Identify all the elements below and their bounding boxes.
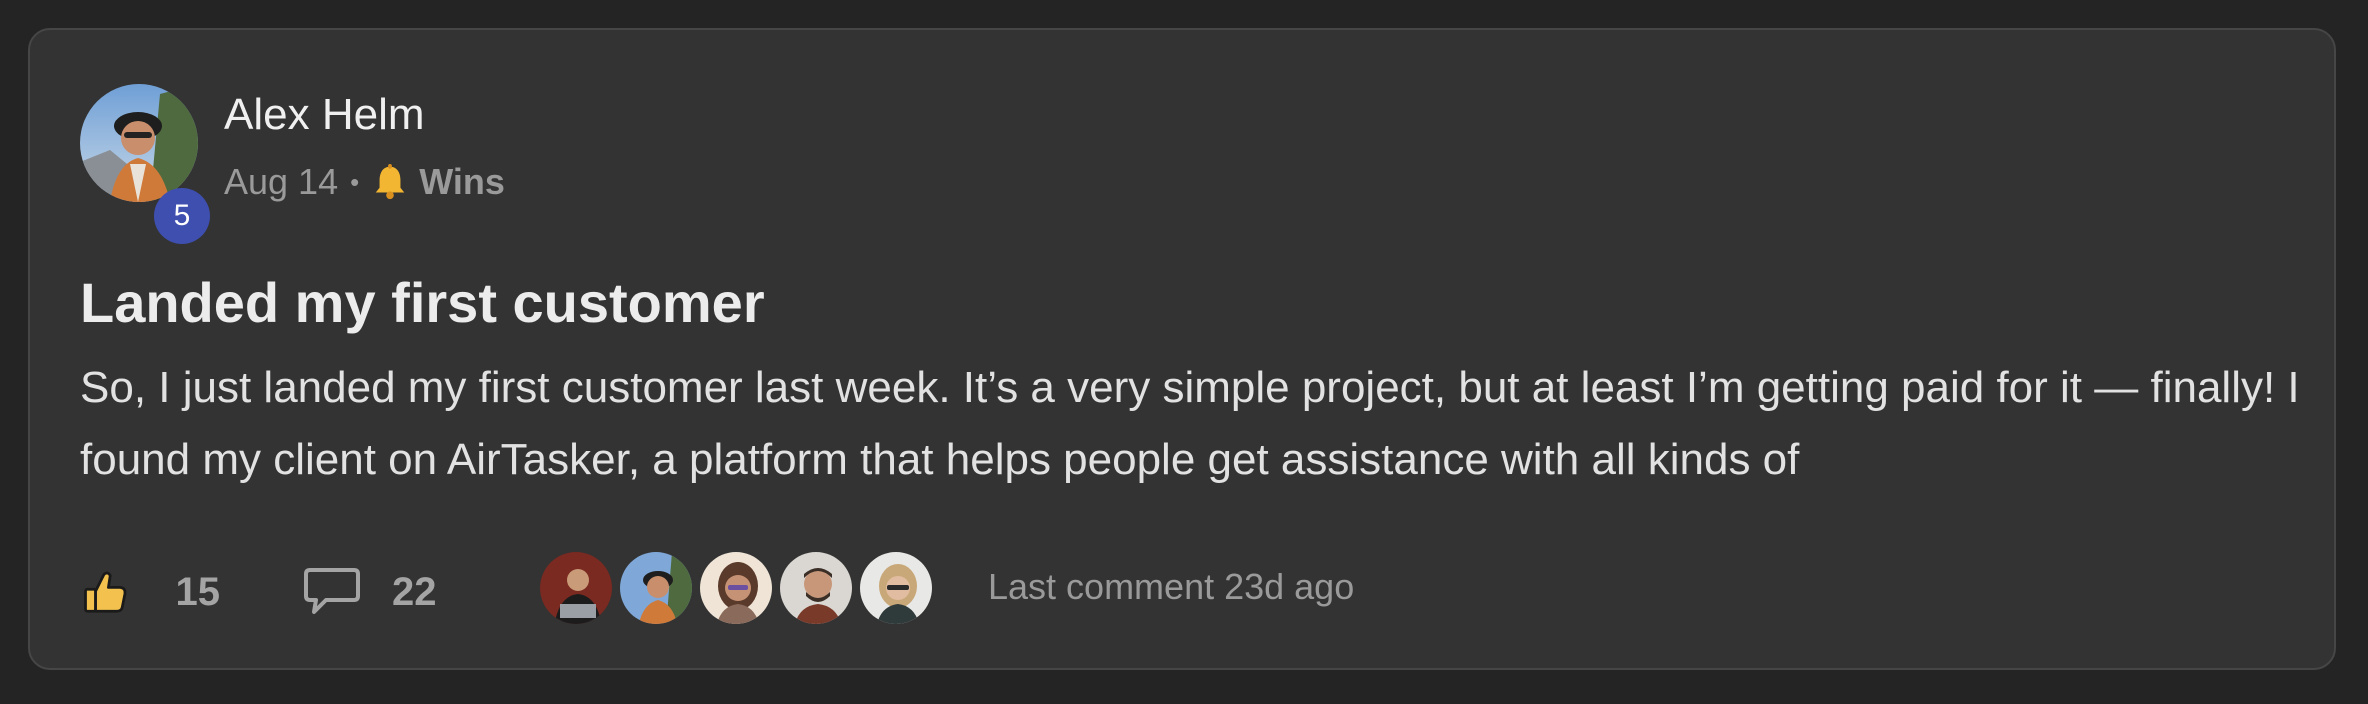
commenter-avatar-4[interactable] — [778, 550, 854, 626]
post-body[interactable]: So, I just landed my first customer last… — [80, 352, 2300, 496]
post-card[interactable]: 5 Alex Helm Aug 14 • Wins Landed my firs… — [28, 28, 2336, 670]
bell-icon — [375, 163, 405, 200]
commenter-avatar-3[interactable] — [698, 550, 774, 626]
author-avatar[interactable] — [80, 84, 198, 202]
comment-button[interactable]: 22 — [302, 564, 452, 620]
category-label[interactable]: Wins — [419, 161, 505, 203]
post-footer: 15 22 Last comment 23d ago — [80, 550, 2280, 630]
commenter-avatar-5[interactable] — [858, 550, 934, 626]
post-title[interactable]: Landed my first customer — [80, 270, 765, 335]
comment-count: 22 — [392, 569, 437, 614]
like-button[interactable]: 15 — [80, 564, 220, 620]
author-name[interactable]: Alex Helm — [224, 90, 425, 140]
post-date[interactable]: Aug 14 — [224, 161, 338, 203]
post-meta: Aug 14 • Wins — [224, 158, 505, 206]
commenter-avatar-2[interactable] — [618, 550, 694, 626]
level-badge: 5 — [154, 188, 210, 244]
like-count: 15 — [175, 569, 221, 614]
meta-separator: • — [350, 166, 360, 197]
thumbs-up-icon — [84, 571, 127, 613]
last-comment-time: Last comment 23d ago — [988, 566, 1355, 607]
commenter-avatar-1[interactable] — [538, 550, 614, 626]
comment-bubble-icon — [304, 568, 360, 614]
author-avatar-group[interactable]: 5 — [80, 84, 210, 244]
